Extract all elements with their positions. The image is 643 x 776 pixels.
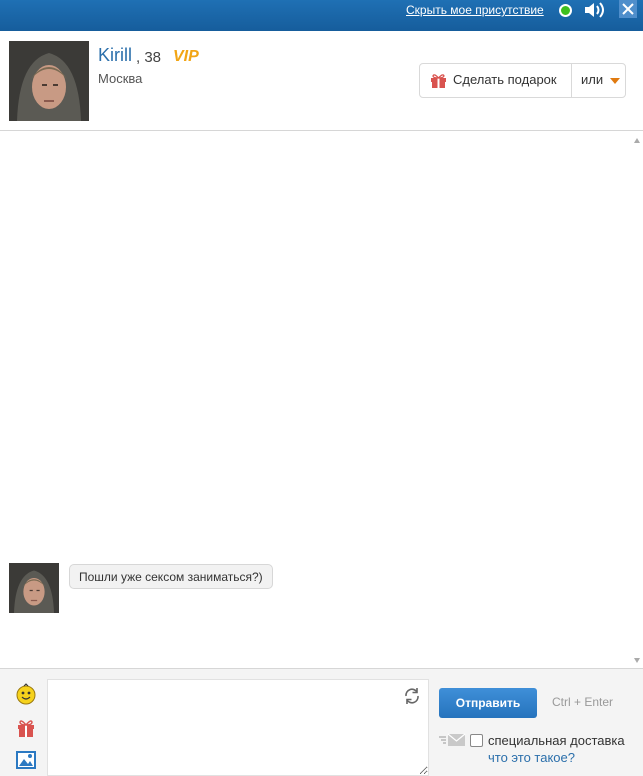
or-dropdown-button[interactable]: или — [571, 64, 626, 97]
make-gift-label: Сделать подарок — [453, 72, 557, 87]
top-bar: Скрыть мое присутствие — [0, 0, 643, 31]
refresh-icon[interactable] — [403, 687, 421, 705]
chat-history[interactable]: Пошли уже сексом заниматься?) — [0, 132, 643, 668]
send-shortcut-hint: Ctrl + Enter — [552, 695, 614, 709]
user-name[interactable]: Kirill — [98, 45, 132, 66]
scroll-down-icon[interactable] — [634, 658, 640, 663]
user-city: Москва — [98, 71, 143, 86]
vip-badge: VIP — [173, 48, 199, 65]
message-avatar[interactable] — [9, 563, 59, 613]
scroll-up-icon[interactable] — [634, 138, 640, 143]
profile-header: Kirill , 38 VIP Москва Сделать подарок и… — [0, 31, 643, 131]
gift-actions: Сделать подарок или — [419, 63, 626, 98]
special-delivery-label: специальная доставка — [488, 733, 625, 748]
special-delivery-checkbox[interactable] — [470, 734, 483, 747]
or-dropdown-label: или — [581, 72, 604, 87]
sound-icon[interactable] — [583, 0, 607, 20]
mail-icon — [439, 733, 466, 746]
user-age: , 38 — [136, 49, 162, 66]
message-bubble: Пошли уже сексом заниматься?) — [69, 564, 273, 589]
online-status-icon — [559, 4, 572, 17]
gift-icon — [431, 74, 446, 88]
smiley-icon[interactable] — [15, 683, 37, 705]
message-input[interactable] — [47, 679, 429, 776]
chevron-down-icon — [610, 78, 620, 84]
image-icon[interactable] — [15, 749, 37, 771]
close-icon[interactable] — [619, 0, 637, 18]
make-gift-button[interactable]: Сделать подарок — [420, 64, 571, 97]
chat-scrollbar[interactable] — [629, 132, 643, 668]
send-button[interactable]: Отправить — [439, 688, 537, 718]
message-composer: Отправить Ctrl + Enter специальная доста… — [0, 668, 643, 776]
hide-presence-link[interactable]: Скрыть мое присутствие — [406, 3, 544, 17]
what-is-it-link[interactable]: что это такое? — [488, 750, 575, 765]
avatar[interactable] — [9, 41, 89, 121]
gift-icon[interactable] — [15, 717, 37, 739]
